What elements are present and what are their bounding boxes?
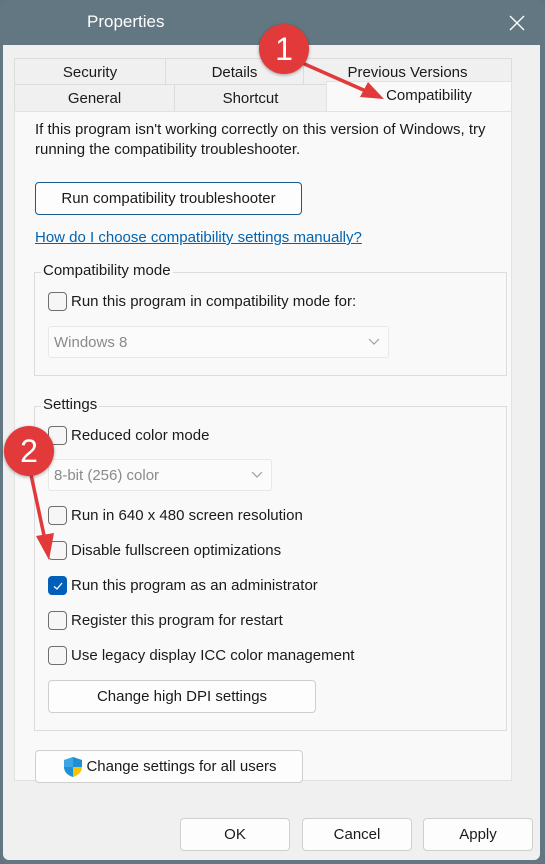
checkbox-label: Disable fullscreen optimizations — [71, 542, 282, 559]
tab-label: Details — [211, 64, 258, 81]
reduced-color-checkbox[interactable]: Reduced color mode — [48, 426, 209, 445]
checkbox-label: Run this program in compatibility mode f… — [71, 293, 357, 310]
chevron-down-icon — [368, 338, 380, 345]
tab-label: General — [67, 90, 122, 107]
change-all-users-button[interactable]: Change settings for all users — [35, 750, 303, 783]
checkbox-box[interactable] — [48, 646, 67, 665]
checkbox-label: Run in 640 x 480 screen resolution — [71, 507, 303, 524]
intro-text: If this program isn't working correctly … — [35, 121, 486, 158]
close-icon — [509, 15, 525, 31]
compatibility-panel: If this program isn't working correctly … — [14, 111, 512, 783]
disable-fullscreen-opt-checkbox[interactable]: Disable fullscreen optimizations — [48, 541, 281, 560]
run-as-admin-checkbox[interactable]: Run this program as an administrator — [48, 576, 318, 595]
change-dpi-button[interactable]: Change high DPI settings — [48, 680, 316, 713]
apply-button[interactable]: Apply — [423, 818, 533, 851]
chevron-down-icon — [251, 471, 263, 478]
uac-shield-icon — [64, 757, 83, 778]
checkbox-label: Reduced color mode — [71, 427, 210, 444]
button-label: Change settings for all users — [86, 758, 277, 775]
checkbox-box[interactable] — [48, 506, 67, 525]
tab-shortcut[interactable]: Shortcut — [174, 84, 327, 111]
window-title: Properties — [87, 12, 165, 31]
tab-label: Shortcut — [222, 90, 279, 107]
checkbox-label: Run this program as an administrator — [71, 577, 318, 594]
legacy-icc-checkbox[interactable]: Use legacy display ICC color management — [48, 646, 354, 665]
compatibility-mode-group — [34, 272, 507, 376]
tab-label: Previous Versions — [347, 64, 468, 81]
annotation-badge-1: 1 — [259, 24, 309, 74]
dialog-client-area: Security Details Previous Versions Gener… — [3, 45, 540, 860]
compatibility-mode-checkbox[interactable]: Run this program in compatibility mode f… — [48, 292, 356, 311]
checkbox-box[interactable] — [48, 576, 67, 595]
compatibility-mode-label: Compatibility mode — [41, 262, 173, 279]
option-640x480-checkbox[interactable]: Run in 640 x 480 screen resolution — [48, 506, 303, 525]
tab-label: Compatibility — [386, 87, 472, 104]
run-troubleshooter-button[interactable]: Run compatibility troubleshooter — [35, 182, 302, 215]
tab-compatibility[interactable]: Compatibility — [326, 81, 512, 111]
color-depth-select[interactable]: 8-bit (256) color — [48, 459, 272, 491]
properties-dialog: Properties Security Details Previous Ver… — [0, 0, 545, 864]
select-value: 8-bit (256) color — [54, 466, 160, 484]
register-restart-checkbox[interactable]: Register this program for restart — [48, 611, 283, 630]
select-value: Windows 8 — [54, 333, 128, 351]
checkbox-box[interactable] — [48, 541, 67, 560]
ok-button[interactable]: OK — [180, 818, 290, 851]
settings-label: Settings — [41, 396, 100, 413]
checkbox-label: Register this program for restart — [71, 612, 283, 629]
help-link[interactable]: How do I choose compatibility settings m… — [35, 229, 362, 246]
cancel-button[interactable]: Cancel — [302, 818, 412, 851]
tab-security[interactable]: Security — [14, 58, 166, 85]
tab-label: Security — [62, 64, 118, 81]
checkbox-label: Use legacy display ICC color management — [71, 647, 355, 664]
windows-version-select[interactable]: Windows 8 — [48, 326, 389, 358]
checkbox-box[interactable] — [48, 611, 67, 630]
annotation-badge-2: 2 — [4, 426, 54, 476]
checkmark-icon — [53, 582, 62, 590]
checkbox-box[interactable] — [48, 292, 67, 311]
tab-general[interactable]: General — [14, 84, 175, 111]
close-button[interactable] — [502, 8, 532, 38]
